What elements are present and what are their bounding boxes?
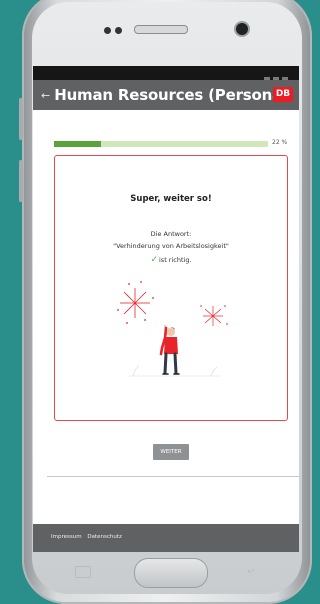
app-header: ← Human Resources (Personal) DB bbox=[33, 80, 299, 110]
progress-percentage: 22 % bbox=[272, 139, 288, 146]
earpiece-speaker bbox=[134, 25, 188, 34]
feedback-title: Super, weiter so! bbox=[130, 194, 212, 204]
answer-label: Die Antwort: bbox=[150, 230, 192, 238]
celebration-illustration bbox=[117, 281, 228, 377]
status-bar bbox=[33, 66, 299, 84]
status-icons bbox=[261, 69, 291, 84]
content-divider bbox=[47, 476, 299, 477]
result-line: ✓ist richtig. bbox=[55, 255, 287, 265]
firework-left bbox=[120, 288, 150, 318]
footer-link-impressum[interactable]: Impressum bbox=[51, 534, 82, 540]
power-button bbox=[19, 160, 23, 202]
progress-bar: 22 % bbox=[54, 139, 299, 148]
front-camera bbox=[236, 23, 248, 35]
progress-fill bbox=[54, 141, 102, 147]
phone-screen: ← Human Resources (Personal) DB 22 % Sup… bbox=[33, 66, 299, 552]
db-logo: DB bbox=[273, 87, 293, 102]
sensor-dot bbox=[115, 27, 122, 34]
firework-right bbox=[203, 306, 223, 326]
recent-apps-key[interactable] bbox=[75, 566, 91, 578]
sensor-dot bbox=[104, 27, 111, 34]
home-button[interactable] bbox=[134, 558, 208, 588]
page-title: Human Resources (Personal) bbox=[54, 86, 294, 104]
person-figure bbox=[159, 324, 180, 375]
continue-button[interactable]: WEITER bbox=[153, 444, 189, 460]
progress-track bbox=[54, 141, 268, 147]
feedback-card: Super, weiter so! Die Antwort: "Verhinde… bbox=[54, 155, 288, 421]
arrow-left-icon[interactable]: ← bbox=[41, 89, 50, 102]
answer-text: "Verhinderung von Arbeitslosigkeit" bbox=[113, 242, 229, 250]
volume-button bbox=[19, 98, 23, 140]
checkmark-icon: ✓ bbox=[150, 255, 158, 265]
footer-links: Impressum Datenschutz bbox=[51, 534, 126, 540]
result-text: ist richtig. bbox=[159, 256, 192, 264]
page-footer: Impressum Datenschutz bbox=[33, 524, 299, 552]
back-key-icon[interactable]: ↩ bbox=[247, 567, 255, 577]
footer-link-datenschutz[interactable]: Datenschutz bbox=[87, 534, 122, 540]
